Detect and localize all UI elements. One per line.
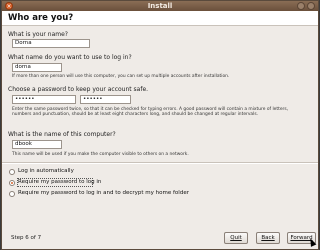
computer-name-help-text: This name will be used if you make the c…: [12, 152, 189, 157]
password-confirm-field[interactable]: ••••••: [80, 95, 131, 104]
back-button-label: Back: [261, 235, 275, 241]
password-help-text: Enter the same password twice, so that i…: [12, 107, 289, 118]
radio-login-automatically-label[interactable]: Log in automatically: [18, 168, 74, 174]
minimize-icon[interactable]: [297, 2, 305, 10]
divider: [2, 162, 318, 164]
radio-require-password-label[interactable]: Require my password to log in: [18, 179, 101, 185]
login-help-text: If more than one person will use this co…: [12, 74, 230, 79]
login-label: What name do you want to use to log in?: [8, 54, 132, 61]
radio-require-password[interactable]: [9, 180, 15, 186]
computer-name-label: What is the name of this computer?: [8, 131, 116, 138]
window-title: Install: [147, 2, 173, 10]
title-bar[interactable]: × Install: [2, 1, 318, 11]
step-indicator: Step 6 of 7: [11, 235, 42, 241]
name-field[interactable]: Dorna: [12, 39, 90, 48]
password-field[interactable]: ••••••: [12, 95, 76, 104]
quit-button-label: Quit: [230, 235, 242, 241]
back-button[interactable]: Back: [256, 232, 280, 244]
maximize-icon[interactable]: [307, 2, 315, 10]
login-field[interactable]: dorna: [12, 63, 62, 72]
name-label: What is your name?: [8, 31, 68, 38]
radio-require-password-decrypt-label[interactable]: Require my password to log in and to dec…: [18, 190, 189, 196]
radio-require-password-decrypt[interactable]: [9, 191, 15, 197]
password-label: Choose a password to keep your account s…: [8, 86, 149, 93]
computer-name-field[interactable]: dbook: [12, 140, 62, 149]
radio-login-automatically[interactable]: [9, 169, 15, 175]
quit-button[interactable]: Quit: [224, 232, 248, 244]
installer-window: × Install Who are you? What is your name…: [1, 0, 319, 250]
page-title: Who are you?: [8, 13, 74, 23]
page-header: Who are you?: [2, 11, 318, 26]
